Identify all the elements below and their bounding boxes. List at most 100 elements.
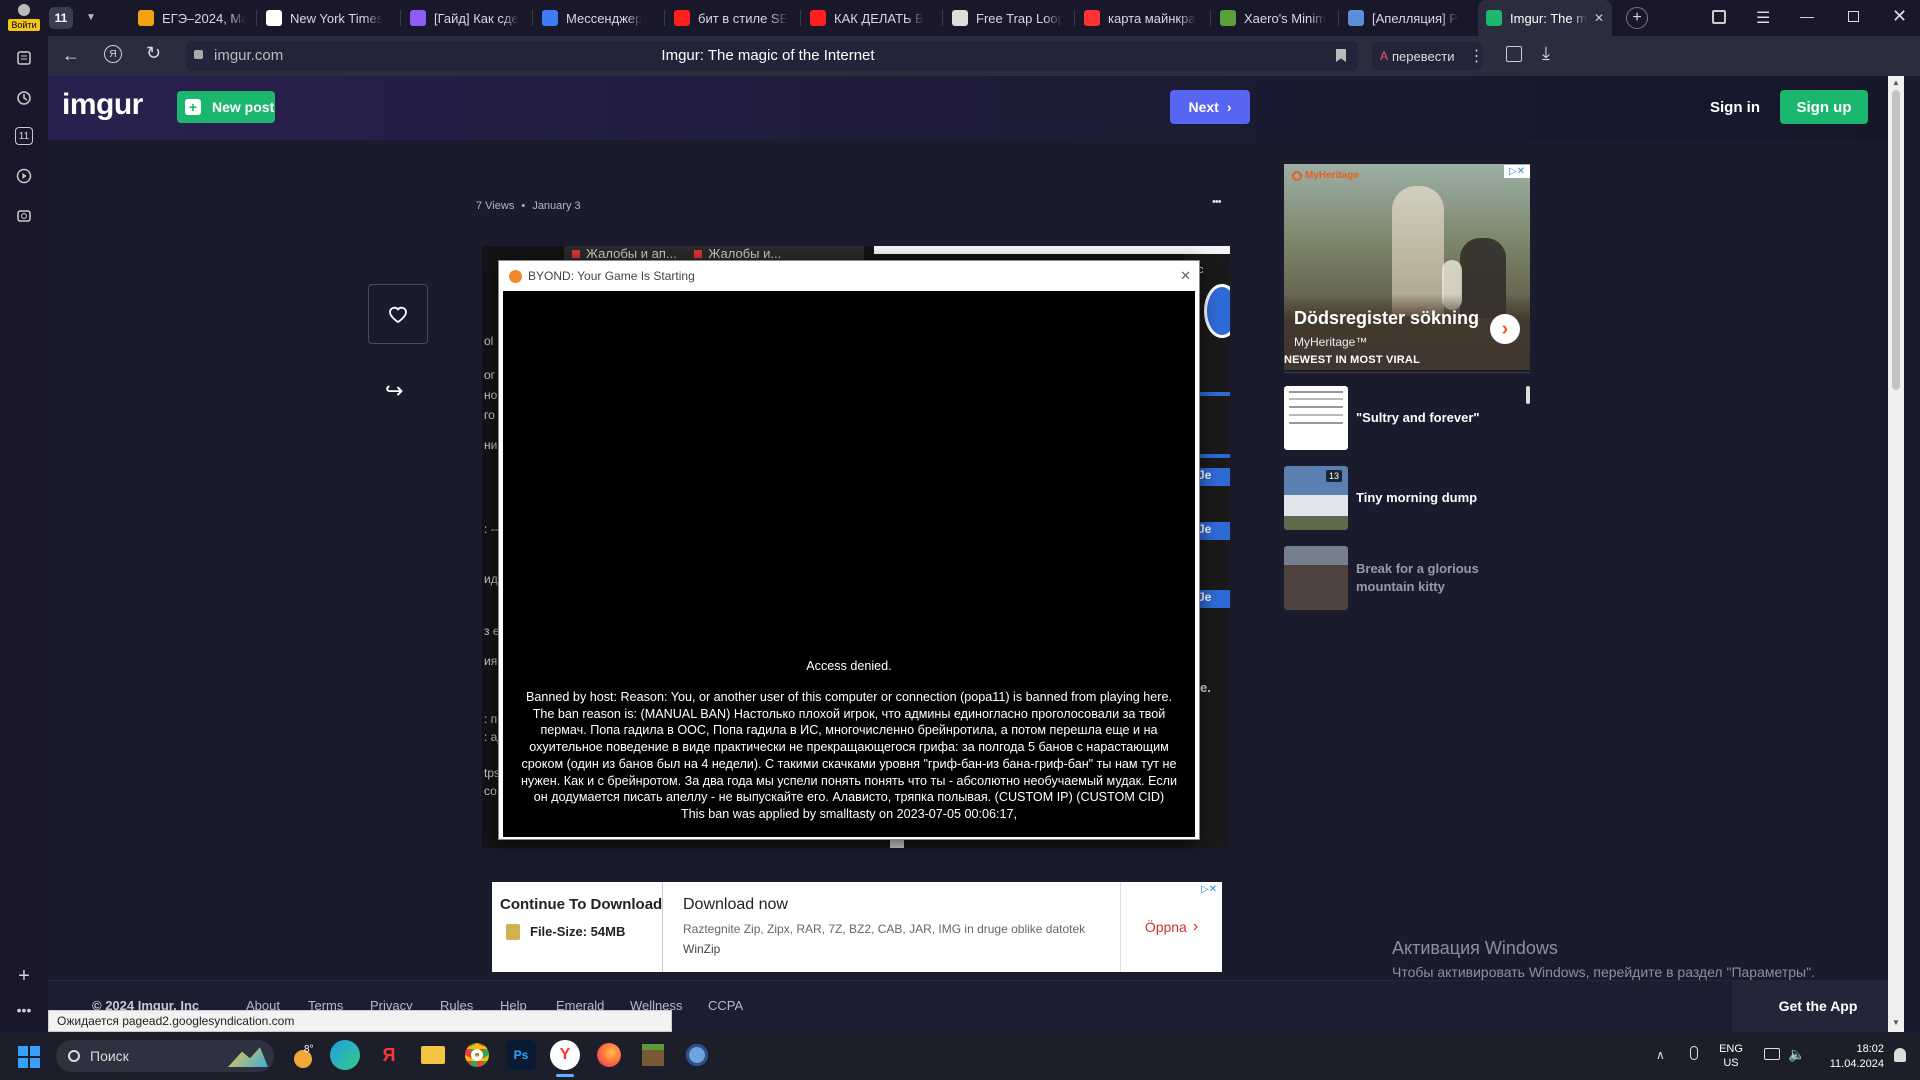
browser-tab[interactable]: [Гайд] Как сде [402, 0, 528, 36]
history-icon[interactable] [12, 86, 36, 110]
edge-icon[interactable] [330, 1040, 360, 1070]
yandex-app-icon[interactable]: Я [374, 1040, 404, 1070]
chrome-icon[interactable] [462, 1040, 492, 1070]
language-indicator[interactable]: ENG US [1716, 1042, 1746, 1070]
sidebar-item[interactable]: Break for a glorious mountain kitty [1284, 546, 1524, 610]
post-options-button[interactable]: ••• [1212, 196, 1222, 208]
minimize-button[interactable]: — [1800, 8, 1814, 24]
next-label: Next [1188, 99, 1219, 115]
windows-activation-title: Активация Windows [1392, 938, 1558, 958]
url-field[interactable]: imgur.com Imgur: The magic of the Intern… [186, 41, 1358, 71]
more-vertical-icon[interactable]: ⋮ [1468, 46, 1484, 66]
browser-tab[interactable]: бит в стиле SE [666, 0, 796, 36]
access-denied-text: Access denied. [806, 659, 892, 673]
sign-in-link[interactable]: Sign in [1710, 99, 1760, 116]
add-panel-icon[interactable]: + [12, 964, 36, 988]
profile-button[interactable]: Войти [6, 2, 42, 34]
start-button[interactable] [18, 1046, 40, 1068]
record-icon [952, 10, 968, 26]
chevron-down-icon[interactable]: ▼ [86, 12, 96, 23]
media-play-icon[interactable] [12, 164, 36, 188]
ban-message: Banned by host: Reason: You, or another … [517, 689, 1181, 823]
volume-icon[interactable]: 🔈 [1788, 1046, 1805, 1063]
close-tab-icon[interactable]: ✕ [1594, 11, 1604, 25]
ad-advertiser: MyHeritage™ [1294, 335, 1368, 349]
browser-tab[interactable]: Xaero's Minima [1212, 0, 1334, 36]
byond-close-button[interactable]: ✕ [1180, 268, 1191, 284]
notifications-icon[interactable] [1894, 1048, 1906, 1062]
bg-text-fragment: ol [484, 334, 494, 348]
clock[interactable]: 18:02 11.04.2024 [1812, 1042, 1884, 1072]
imgur-logo[interactable]: imgur [62, 88, 143, 122]
yandex-browser-icon[interactable]: Y [550, 1040, 580, 1070]
scroll-down-arrow[interactable]: ▼ [1892, 1018, 1900, 1027]
tab-separator [256, 10, 257, 26]
screenshot-icon[interactable] [12, 204, 36, 228]
firefox-icon[interactable] [594, 1040, 624, 1070]
tabs-count-icon[interactable]: 11 [12, 124, 36, 148]
get-the-app-button[interactable]: Get the App [1732, 980, 1904, 1032]
app-icon[interactable] [682, 1040, 712, 1070]
browser-tab[interactable]: карта майнкра [1076, 0, 1206, 36]
download-icon[interactable]: ⤓ [1542, 43, 1550, 64]
minecraft-icon[interactable] [638, 1040, 668, 1070]
sidebar-item[interactable]: "Sultry and forever" [1284, 386, 1524, 450]
photoshop-icon[interactable]: Ps [506, 1040, 536, 1070]
maximize-button[interactable] [1848, 11, 1859, 22]
bookmarks-panel-icon[interactable] [12, 46, 36, 70]
close-window-button[interactable]: ✕ [1892, 6, 1907, 27]
network-icon[interactable] [1764, 1048, 1780, 1060]
file-explorer-icon[interactable] [418, 1040, 448, 1070]
bg-text-fragment: го [484, 408, 495, 422]
browser-tab[interactable]: [Апелляция] Р [1340, 0, 1472, 36]
page-scrollbar[interactable]: ▲ ▼ [1888, 76, 1904, 1032]
browser-tab[interactable]: КАК ДЕЛАТЬ Б [802, 0, 938, 36]
winzip-ad[interactable]: Continue To Download File-Size: 54MB Dow… [492, 882, 1222, 972]
scroll-thumb[interactable] [1892, 90, 1900, 390]
microphone-icon[interactable] [1690, 1046, 1698, 1060]
browser-tab[interactable]: Мессенджер [534, 0, 660, 36]
yandex-home-icon[interactable]: Я [104, 45, 122, 63]
menu-icon[interactable]: ☰ [1756, 8, 1770, 28]
bg-text-fragment: но [484, 388, 498, 402]
weather-temp: 8° [304, 1044, 314, 1055]
translate-button[interactable]: A перевести ⋮ [1372, 42, 1484, 70]
ad-choices-icon[interactable]: ▷✕ [1504, 165, 1530, 178]
tray-chevron-icon[interactable]: ∧ [1656, 1048, 1665, 1062]
sidebar-item[interactable]: 13 Tiny morning dump [1284, 466, 1524, 530]
myheritage-ad[interactable]: MyHeritage ▷✕ Dödsregister sökning MyHer… [1284, 164, 1530, 370]
tab-separator [400, 10, 401, 26]
new-post-button[interactable]: + New post [177, 91, 275, 123]
collections-icon[interactable] [1712, 10, 1726, 24]
scroll-up-arrow[interactable]: ▲ [1892, 78, 1900, 87]
browser-tab[interactable]: Free Trap Loop [944, 0, 1070, 36]
byond-game-screen: Access denied. Banned by host: Reason: Y… [503, 291, 1195, 837]
address-bar: ← Я ↻ imgur.com Imgur: The magic of the … [48, 36, 1920, 76]
share-button[interactable]: ↪ [385, 378, 403, 404]
translate-label: перевести [1392, 48, 1455, 64]
browser-tab[interactable]: New York Times [258, 0, 396, 36]
tab-count-button[interactable]: 11 [49, 7, 73, 29]
byond-logo-icon [509, 269, 522, 283]
sidebar-scrollbar[interactable] [1526, 386, 1530, 404]
favorite-button[interactable] [368, 284, 428, 344]
sign-up-button[interactable]: Sign up [1780, 90, 1868, 124]
footer-link-ccpa[interactable]: CCPA [708, 998, 743, 1013]
clock-time: 18:02 [1856, 1043, 1884, 1055]
reload-icon[interactable]: ↻ [146, 43, 161, 64]
browser-tab[interactable]: Imgur: The m ✕ [1478, 0, 1612, 36]
back-button[interactable]: ← [62, 45, 80, 66]
more-icon[interactable]: ••• [12, 998, 36, 1022]
windows-activation-subtitle: Чтобы активировать Windows, перейдите в … [1392, 964, 1815, 980]
ad-choices-icon[interactable]: ▷✕ [1196, 882, 1222, 896]
new-tab-button[interactable]: + [1626, 7, 1648, 29]
next-button[interactable]: Next › [1170, 90, 1250, 124]
weather-widget[interactable]: 8° [290, 1044, 320, 1072]
tab-separator [532, 10, 533, 26]
taskbar-search[interactable]: Поиск [56, 1040, 274, 1072]
downloads-panel-icon[interactable] [1506, 46, 1522, 62]
ad-arrow-button[interactable]: › [1490, 314, 1520, 344]
image-count-badge: 13 [1326, 470, 1343, 482]
browser-tab[interactable]: ЕГЭ–2024, Мат [130, 0, 254, 36]
tab-title: Мессенджер [566, 10, 643, 26]
